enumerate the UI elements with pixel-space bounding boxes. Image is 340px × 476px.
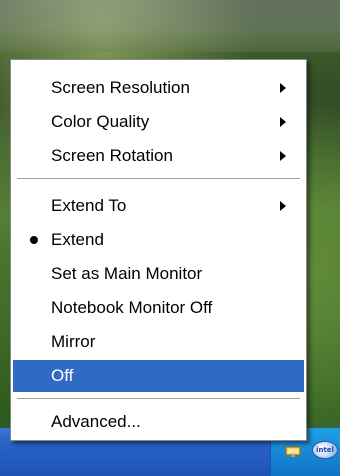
menu-item-label: Screen Rotation [51,146,173,165]
menu-item-label: Screen Resolution [51,78,190,97]
menu-item-label: Mirror [51,332,96,351]
menu-item-advanced[interactable]: Advanced... [13,406,304,438]
menu-item-label: Extend [51,230,104,249]
menu-item-screen-rotation[interactable]: Screen Rotation [13,140,304,172]
monitor-icon[interactable] [285,446,301,458]
menu-item-label: Set as Main Monitor [51,264,203,283]
menu-item-label: Extend To [51,196,127,215]
submenu-arrow-icon [280,83,286,93]
menu-item-label: Off [51,366,74,385]
menu-item-screen-resolution[interactable]: Screen Resolution [13,72,304,104]
submenu-arrow-icon [280,117,286,127]
submenu-arrow-icon [280,151,286,161]
wallpaper-sky [0,0,340,52]
menu-item-set-as-main-monitor[interactable]: Set as Main Monitor [13,258,304,290]
menu-item-off[interactable]: Off [13,360,304,392]
menu-item-color-quality[interactable]: Color Quality [13,106,304,138]
submenu-arrow-icon [280,201,286,211]
menu-item-label: Notebook Monitor Off [51,298,213,317]
context-menu: Screen Resolution Color Quality Screen R… [10,59,307,441]
menu-item-mirror[interactable]: Mirror [13,326,304,358]
menu-item-extend-to[interactable]: Extend To [13,190,304,222]
menu-item-label: Advanced... [51,412,141,431]
menu-item-extend[interactable]: Extend [13,224,304,256]
menu-item-notebook-monitor-off[interactable]: Notebook Monitor Off [13,292,304,324]
intel-graphics-icon[interactable]: intel [312,441,338,459]
radio-bullet-icon [30,236,38,244]
menu-separator [17,178,300,180]
menu-item-label: Color Quality [51,112,150,131]
menu-separator [17,398,300,400]
